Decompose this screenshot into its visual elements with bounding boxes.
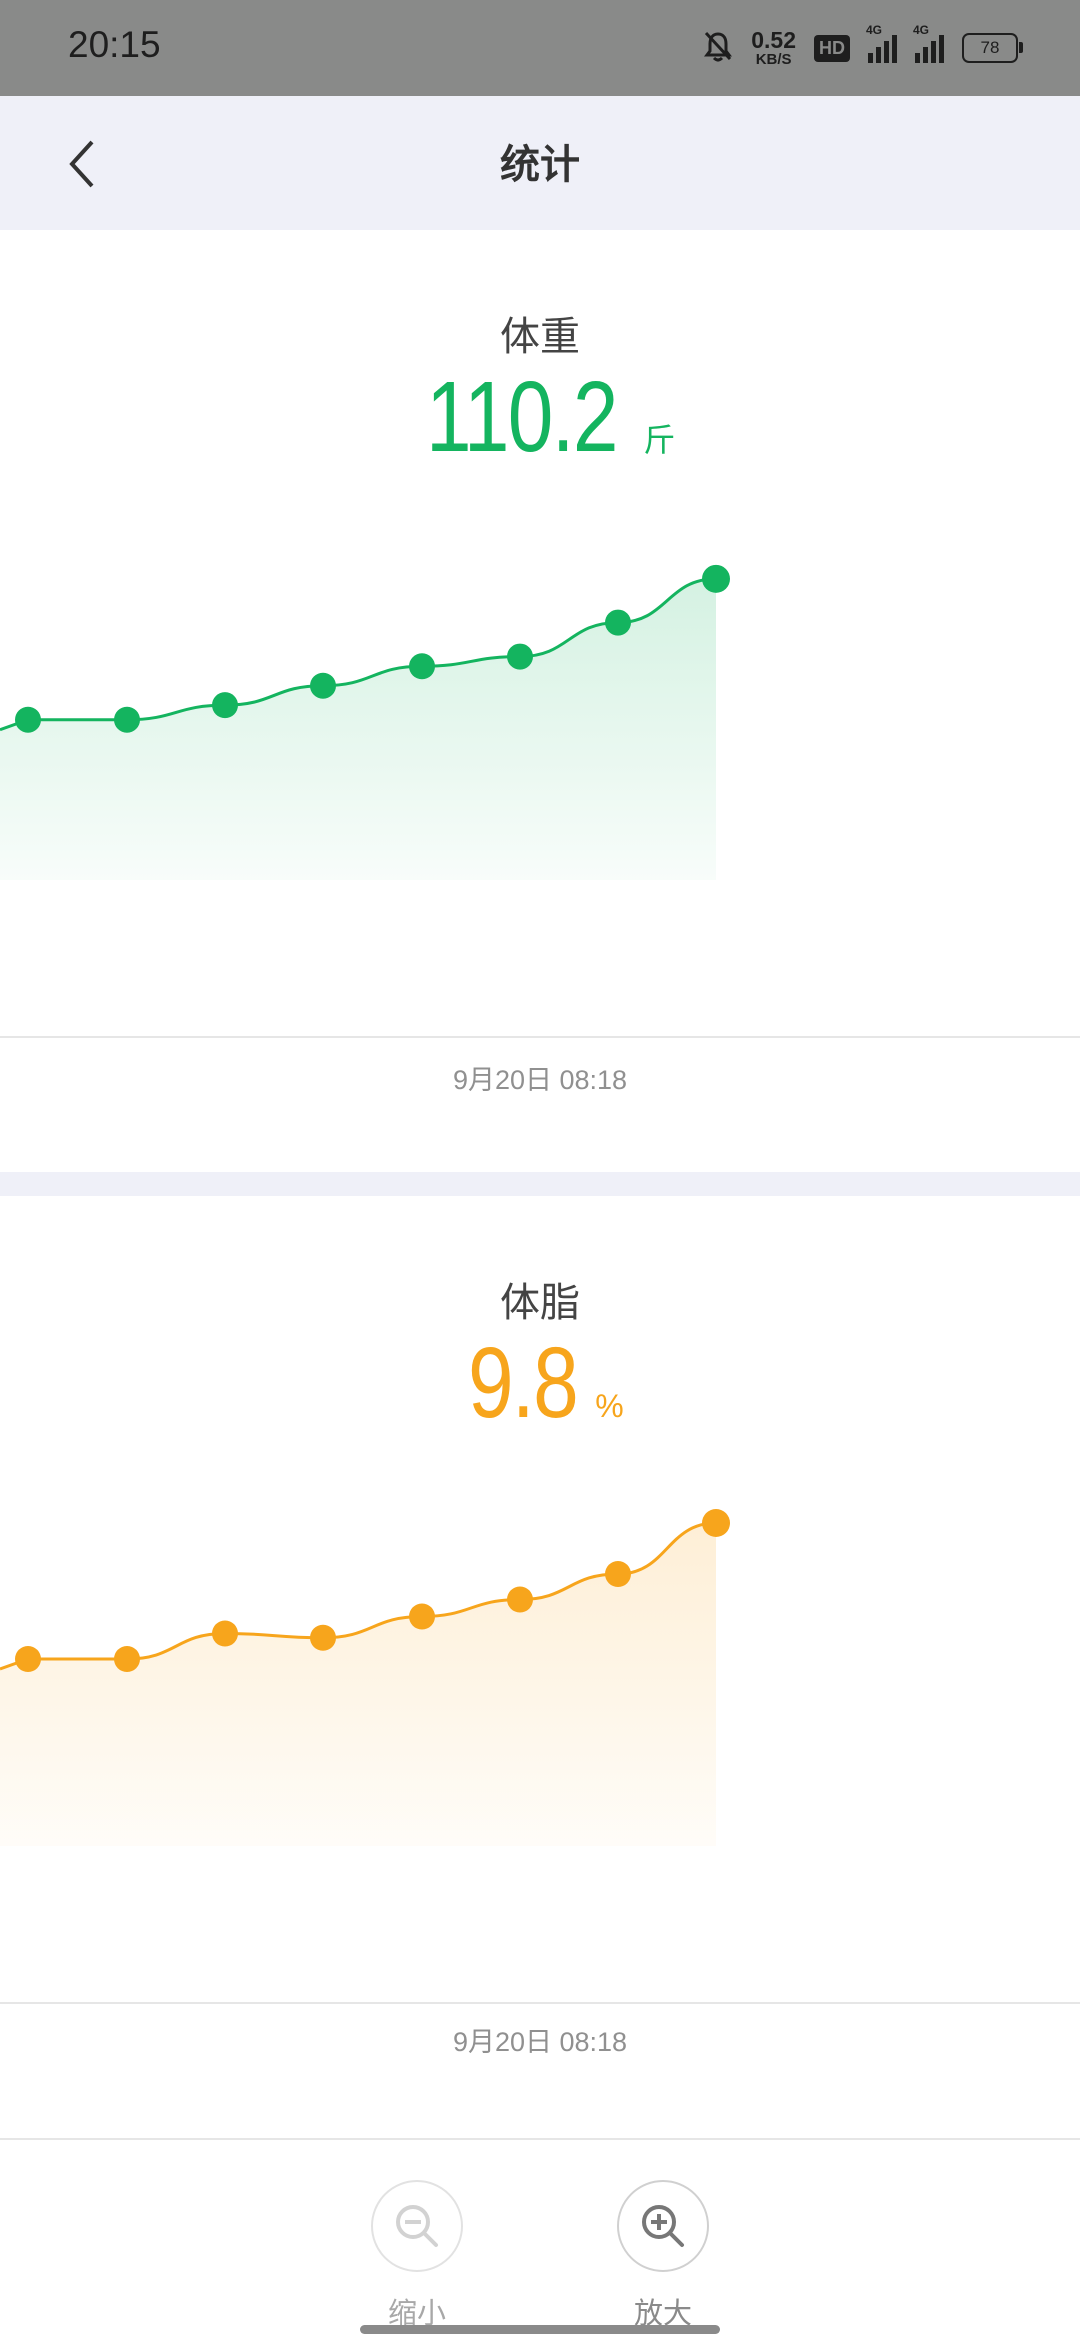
weight-point[interactable] bbox=[15, 706, 41, 733]
weight-point[interactable] bbox=[507, 643, 533, 670]
body-fat-point[interactable] bbox=[409, 1603, 435, 1630]
zoom-in-icon bbox=[642, 2205, 684, 2247]
status-bar: 20:15 0.52 KB/S HD 4G 4G 78 bbox=[0, 0, 1080, 96]
body-fat-point[interactable] bbox=[702, 1509, 730, 1537]
net-speed: 0.52 KB/S bbox=[751, 27, 796, 68]
weight-unit: 斤 bbox=[643, 422, 676, 458]
body-fat-point[interactable] bbox=[605, 1561, 631, 1587]
signal-label: 4G bbox=[913, 23, 930, 37]
signal-icon: 4G bbox=[866, 23, 897, 63]
battery-icon: 78 bbox=[962, 33, 1023, 63]
bottom-divider bbox=[0, 2138, 1080, 2140]
body-fat-point[interactable] bbox=[15, 1646, 41, 1672]
weight-point[interactable] bbox=[605, 609, 631, 636]
net-speed-value: 0.52 bbox=[751, 27, 796, 53]
body-fat-label: 体脂 bbox=[500, 1280, 580, 1326]
weight-value: 110.2 bbox=[425, 361, 619, 473]
status-time: 20:15 bbox=[68, 24, 161, 65]
weight-point[interactable] bbox=[212, 692, 238, 719]
app-header: 统计 bbox=[0, 96, 1080, 230]
chart-divider bbox=[0, 2002, 1080, 2004]
weight-value-row: 110.2 斤 bbox=[0, 360, 1080, 475]
body-fat-value-row: 9.8% bbox=[0, 1326, 1080, 1441]
zoom-in-button[interactable]: 放大 bbox=[603, 2180, 723, 2332]
weight-point[interactable] bbox=[702, 564, 730, 593]
body-fat-point[interactable] bbox=[114, 1646, 140, 1672]
weight-point[interactable] bbox=[114, 706, 140, 733]
zoom-in-circle[interactable] bbox=[617, 2180, 709, 2272]
zoom-out-button[interactable]: 缩小 bbox=[357, 2180, 477, 2332]
bell-muted-icon bbox=[703, 30, 733, 66]
net-speed-unit: KB/S bbox=[755, 51, 792, 68]
section-gap bbox=[0, 1172, 1080, 1196]
body-fat-date: 9月20日 08:18 bbox=[452, 2027, 628, 2057]
signal-icon: 4G bbox=[913, 23, 944, 63]
page-title: 统计 bbox=[500, 142, 580, 188]
body-fat-value: 9.8 bbox=[468, 1327, 579, 1439]
battery-level: 78 bbox=[980, 38, 1000, 57]
home-indicator[interactable] bbox=[360, 2325, 720, 2334]
body-fat-point[interactable] bbox=[310, 1624, 336, 1651]
body-fat-point[interactable] bbox=[212, 1620, 238, 1647]
weight-label: 体重 bbox=[500, 314, 580, 360]
zoom-out-icon bbox=[396, 2205, 438, 2247]
hd-icon: HD bbox=[814, 34, 850, 62]
weight-date: 9月20日 08:18 bbox=[452, 1065, 628, 1095]
zoom-out-circle[interactable] bbox=[371, 2180, 463, 2272]
weight-point[interactable] bbox=[409, 653, 435, 680]
signal-label: 4G bbox=[866, 23, 883, 37]
weight-point[interactable] bbox=[310, 672, 336, 699]
body-fat-unit: % bbox=[595, 1388, 624, 1424]
chart-divider bbox=[0, 1036, 1080, 1038]
body-fat-point[interactable] bbox=[507, 1586, 533, 1613]
body-fat-card: 体脂 9.8% 9月20日 08:18 bbox=[0, 1196, 1080, 2138]
status-icons: 0.52 KB/S HD 4G 4G 78 bbox=[703, 23, 1023, 70]
weight-card: 体重 110.2 斤 9月20日 08:18 bbox=[0, 230, 1080, 1172]
